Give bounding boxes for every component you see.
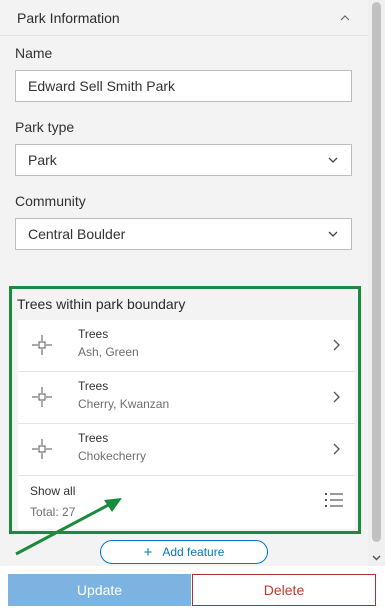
park-type-value: Park [28, 152, 57, 168]
community-select[interactable]: Central Boulder [15, 218, 352, 250]
chevron-right-icon [333, 391, 340, 403]
plus-icon: + [143, 543, 153, 561]
chevron-up-icon[interactable] [340, 13, 350, 23]
list-item[interactable]: Trees Ash, Green [18, 320, 355, 372]
community-label: Community [15, 193, 86, 209]
add-feature-label: Add feature [162, 545, 225, 559]
related-records-title: Trees within park boundary [17, 296, 186, 312]
section-header[interactable]: Park Information [0, 0, 368, 36]
point-feature-icon [32, 387, 52, 407]
chevron-down-icon [328, 157, 338, 163]
name-field-value: Edward Sell Smith Park [28, 78, 176, 94]
point-feature-icon [32, 439, 52, 459]
point-feature-icon [32, 335, 52, 355]
chevron-right-icon [333, 443, 340, 455]
scroll-down-arrow-icon[interactable] [371, 552, 382, 563]
name-field[interactable]: Edward Sell Smith Park [15, 70, 352, 102]
list-item[interactable]: Trees Cherry, Kwanzan [18, 372, 355, 424]
list-item[interactable]: Trees Chokecherry [18, 424, 355, 476]
section-title: Park Information [17, 9, 120, 26]
add-feature-button[interactable]: + Add feature [100, 540, 268, 564]
park-type-label: Park type [15, 119, 75, 135]
item-subtitle: Cherry, Kwanzan [78, 397, 170, 411]
scrollbar-thumb[interactable] [372, 2, 381, 542]
update-button[interactable]: Update [8, 574, 191, 606]
item-title: Trees [78, 327, 109, 341]
item-subtitle: Ash, Green [78, 345, 139, 359]
item-title: Trees [78, 431, 109, 445]
chevron-right-icon [333, 339, 340, 351]
form-footer: Update Delete [0, 566, 385, 616]
item-title: Trees [78, 379, 109, 393]
feature-form-panel: Park Information Name Edward Sell Smith … [0, 0, 368, 566]
list-view-icon[interactable] [325, 492, 343, 508]
scrollbar[interactable] [368, 0, 385, 566]
delete-button[interactable]: Delete [192, 574, 376, 606]
community-value: Central Boulder [28, 226, 126, 242]
park-type-select[interactable]: Park [15, 144, 352, 176]
item-subtitle: Chokecherry [78, 449, 147, 463]
name-label: Name [15, 45, 53, 61]
chevron-down-icon [328, 231, 338, 237]
